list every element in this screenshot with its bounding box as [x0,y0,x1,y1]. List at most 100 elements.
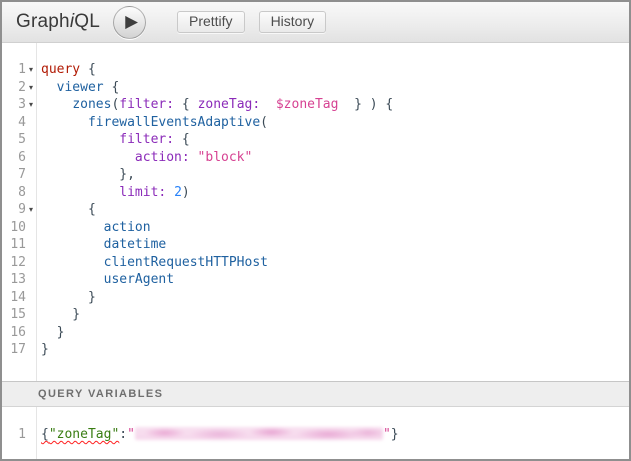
line-gutter: 16 [2,324,36,342]
code-token: limit: [119,185,166,200]
code-token: } [41,325,64,340]
code-line: 8 limit: 2) [2,184,629,202]
code-text: } [36,341,49,359]
logo-text-end: QL [74,11,100,32]
code-text: query { [36,61,96,79]
line-gutter: 1 [2,426,36,444]
line-number: 14 [2,289,26,307]
code-token [41,80,57,95]
query-variables-title-bar[interactable]: Query Variables [2,381,629,407]
code-token: "block" [198,150,253,165]
code-token: clientRequestHTTPHost [104,255,268,270]
line-gutter: 11 [2,236,36,254]
code-text: zones(filter: { zoneTag: $zoneTag } ) { [36,96,393,114]
code-token [41,237,104,252]
line-number: 6 [2,149,26,167]
fold-spacer [26,324,36,342]
code-line: 12 clientRequestHTTPHost [2,254,629,272]
code-line: 15 } [2,306,629,324]
line-number: 1 [2,426,26,444]
code-token [190,150,198,165]
code-token: zones [72,97,111,112]
code-token: action [104,220,151,235]
code-token: ( [260,115,268,130]
code-text: action [36,219,151,237]
fold-spacer [26,306,36,324]
code-text: limit: 2) [36,184,190,202]
code-text: viewer { [36,79,119,97]
code-text: {"zoneTag":""} [36,426,399,444]
line-gutter: 12 [2,254,36,272]
code-token: ) [182,185,190,200]
code-token: " [127,427,135,442]
lint-error-span: {"zoneTag" [41,427,119,442]
code-line: 13 userAgent [2,271,629,289]
code-line: 7 }, [2,166,629,184]
play-icon [114,6,145,39]
line-gutter: 5 [2,131,36,149]
code-token: firewallEventsAdaptive [88,115,260,130]
code-token [41,132,119,147]
code-token [41,255,104,270]
line-number: 9 [2,201,26,219]
line-number: 17 [2,341,26,359]
fold-arrow-icon[interactable]: ▾ [26,96,36,114]
line-gutter: 14 [2,289,36,307]
code-text: }, [36,166,135,184]
fold-spacer [26,254,36,272]
query-variables-editor[interactable]: 1{"zoneTag":""} [2,407,629,459]
line-number: 5 [2,131,26,149]
line-number: 8 [2,184,26,202]
code-token: datetime [104,237,167,252]
code-token: viewer [57,80,104,95]
fold-spacer [26,289,36,307]
code-line: 14 } [2,289,629,307]
fold-spacer [26,271,36,289]
code-token [41,272,104,287]
line-gutter: 2▾ [2,79,36,97]
code-token [41,97,72,112]
prettify-button[interactable]: Prettify [177,11,245,33]
code-token: { [174,97,197,112]
code-text: userAgent [36,271,174,289]
fold-spacer [26,426,36,444]
code-token: 2 [174,185,182,200]
line-number: 2 [2,79,26,97]
fold-spacer [26,341,36,359]
code-token: } [41,342,49,357]
code-token: query [41,62,80,77]
line-gutter: 8 [2,184,36,202]
line-number: 3 [2,96,26,114]
code-token: userAgent [104,272,174,287]
code-line: 3▾ zones(filter: { zoneTag: $zoneTag } )… [2,96,629,114]
fold-arrow-icon[interactable]: ▾ [26,61,36,79]
code-line: 6 action: "block" [2,149,629,167]
graphiql-window: GraphiQL Prettify History 1▾query {2▾ vi… [0,0,631,461]
fold-arrow-icon[interactable]: ▾ [26,79,36,97]
line-number: 1 [2,61,26,79]
execute-query-button[interactable] [113,6,146,39]
code-line: 4 firewallEventsAdaptive( [2,114,629,132]
code-token: } [41,290,96,305]
code-line: 16 } [2,324,629,342]
logo-text: Graph [16,11,70,32]
query-editor[interactable]: 1▾query {2▾ viewer {3▾ zones(filter: { z… [2,43,629,381]
line-gutter: 9▾ [2,201,36,219]
code-token: filter: [119,97,174,112]
line-gutter: 1▾ [2,61,36,79]
code-token [260,97,276,112]
redacted-zone-tag-value [135,427,383,440]
code-token: " [383,427,391,442]
code-text: clientRequestHTTPHost [36,254,268,272]
fold-spacer [26,166,36,184]
code-line: 5 filter: { [2,131,629,149]
code-token: } [391,427,399,442]
fold-arrow-icon[interactable]: ▾ [26,201,36,219]
line-gutter: 15 [2,306,36,324]
code-token: { [104,80,120,95]
code-token: "zoneTag" [49,427,119,442]
code-token: $zoneTag [276,97,339,112]
history-button[interactable]: History [259,11,327,33]
code-text: filter: { [36,131,190,149]
line-number: 4 [2,114,26,132]
